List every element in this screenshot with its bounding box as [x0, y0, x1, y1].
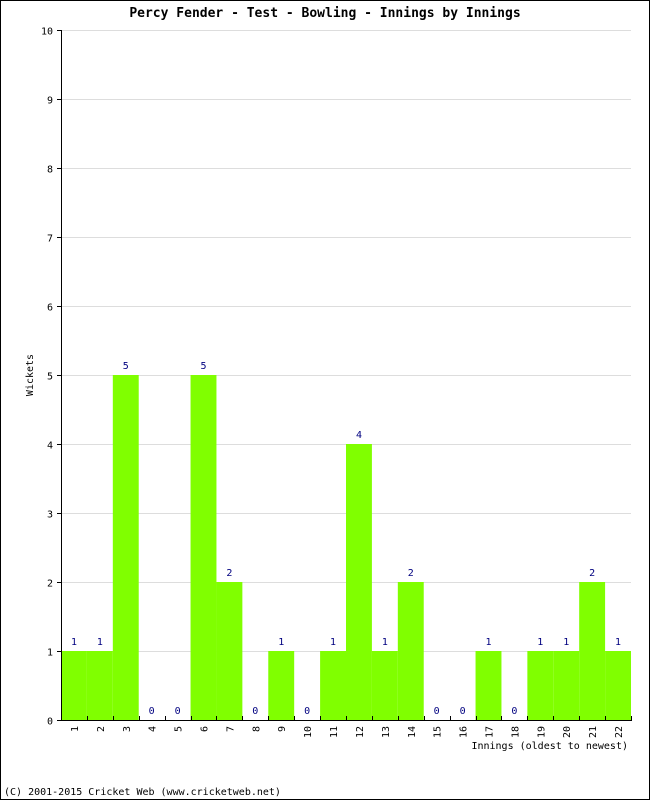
y-tick-label: 5 [47, 372, 53, 383]
value-label: 1 [382, 637, 388, 648]
value-label: 0 [252, 706, 258, 717]
y-tick-label: 2 [47, 579, 53, 590]
bar [605, 651, 631, 720]
x-tick-label: 2 [96, 726, 107, 732]
x-tick-label: 21 [588, 726, 599, 738]
y-tick-label: 7 [47, 234, 53, 245]
bar [190, 375, 217, 720]
y-axis-ticks: 0 1 2 3 4 5 6 7 8 9 10 [41, 27, 61, 728]
y-tick-label: 0 [47, 717, 53, 728]
bar-chart: Percy Fender - Test - Bowling - Innings … [4, 6, 632, 798]
bar [86, 651, 113, 720]
bar [346, 444, 372, 720]
value-label: 1 [97, 637, 103, 648]
bar [527, 651, 554, 720]
x-tick-label: 19 [536, 726, 547, 738]
y-tick-label: 9 [47, 96, 53, 107]
y-tick-label: 1 [47, 648, 53, 659]
x-tick-label: 14 [407, 726, 418, 738]
value-label: 0 [175, 706, 181, 717]
x-tick-label: 6 [200, 726, 211, 732]
bar [553, 651, 580, 720]
bars [61, 375, 631, 720]
bar [475, 651, 502, 720]
x-tick-label: 11 [329, 726, 340, 738]
x-tick-label: 18 [510, 726, 521, 738]
x-tick-label: 17 [485, 726, 496, 738]
x-tick-label: 7 [225, 726, 236, 732]
value-label: 1 [485, 637, 491, 648]
y-tick-label: 6 [47, 303, 53, 314]
value-label: 2 [226, 568, 232, 579]
bar [371, 651, 398, 720]
value-label: 0 [511, 706, 517, 717]
bar [112, 375, 139, 720]
x-tick-label: 13 [381, 726, 392, 738]
bar [579, 582, 606, 720]
x-tick-label: 1 [70, 726, 81, 732]
bar [320, 651, 346, 720]
x-tick-label: 12 [355, 726, 366, 738]
value-label: 0 [149, 706, 155, 717]
x-tick-label: 9 [277, 726, 288, 732]
value-label: 4 [356, 430, 362, 441]
y-tick-label: 3 [47, 510, 53, 521]
x-tick-label: 10 [303, 726, 314, 738]
value-label: 2 [408, 568, 414, 579]
value-label: 5 [200, 361, 206, 372]
x-tick-label: 20 [562, 726, 573, 738]
bar [268, 651, 295, 720]
value-label: 0 [460, 706, 466, 717]
x-tick-label: 15 [433, 726, 444, 738]
y-tick-label: 4 [47, 441, 53, 452]
x-tick-label: 5 [174, 726, 185, 732]
x-tick-label: 8 [251, 726, 262, 732]
x-tick-label: 22 [614, 726, 625, 738]
bar [216, 582, 243, 720]
value-label: 1 [71, 637, 77, 648]
x-tick-label: 4 [148, 726, 159, 732]
x-tick-label: 3 [122, 726, 133, 732]
value-label: 0 [304, 706, 310, 717]
copyright-footer: (C) 2001-2015 Cricket Web (www.cricketwe… [4, 787, 281, 798]
bar [397, 582, 424, 720]
x-tick-label: 16 [459, 726, 470, 738]
value-label: 1 [330, 637, 336, 648]
y-tick-label: 8 [47, 165, 53, 176]
x-axis-label: Innings (oldest to newest) [471, 741, 628, 752]
value-label: 1 [278, 637, 284, 648]
bar [61, 651, 87, 720]
value-label: 0 [434, 706, 440, 717]
value-label: 1 [537, 637, 543, 648]
value-label: 1 [563, 637, 569, 648]
value-label: 5 [123, 361, 129, 372]
y-tick-label: 10 [41, 27, 53, 38]
y-axis-label: Wickets [25, 354, 36, 396]
value-label: 1 [615, 637, 621, 648]
chart-title: Percy Fender - Test - Bowling - Innings … [129, 6, 520, 21]
value-label: 2 [589, 568, 595, 579]
